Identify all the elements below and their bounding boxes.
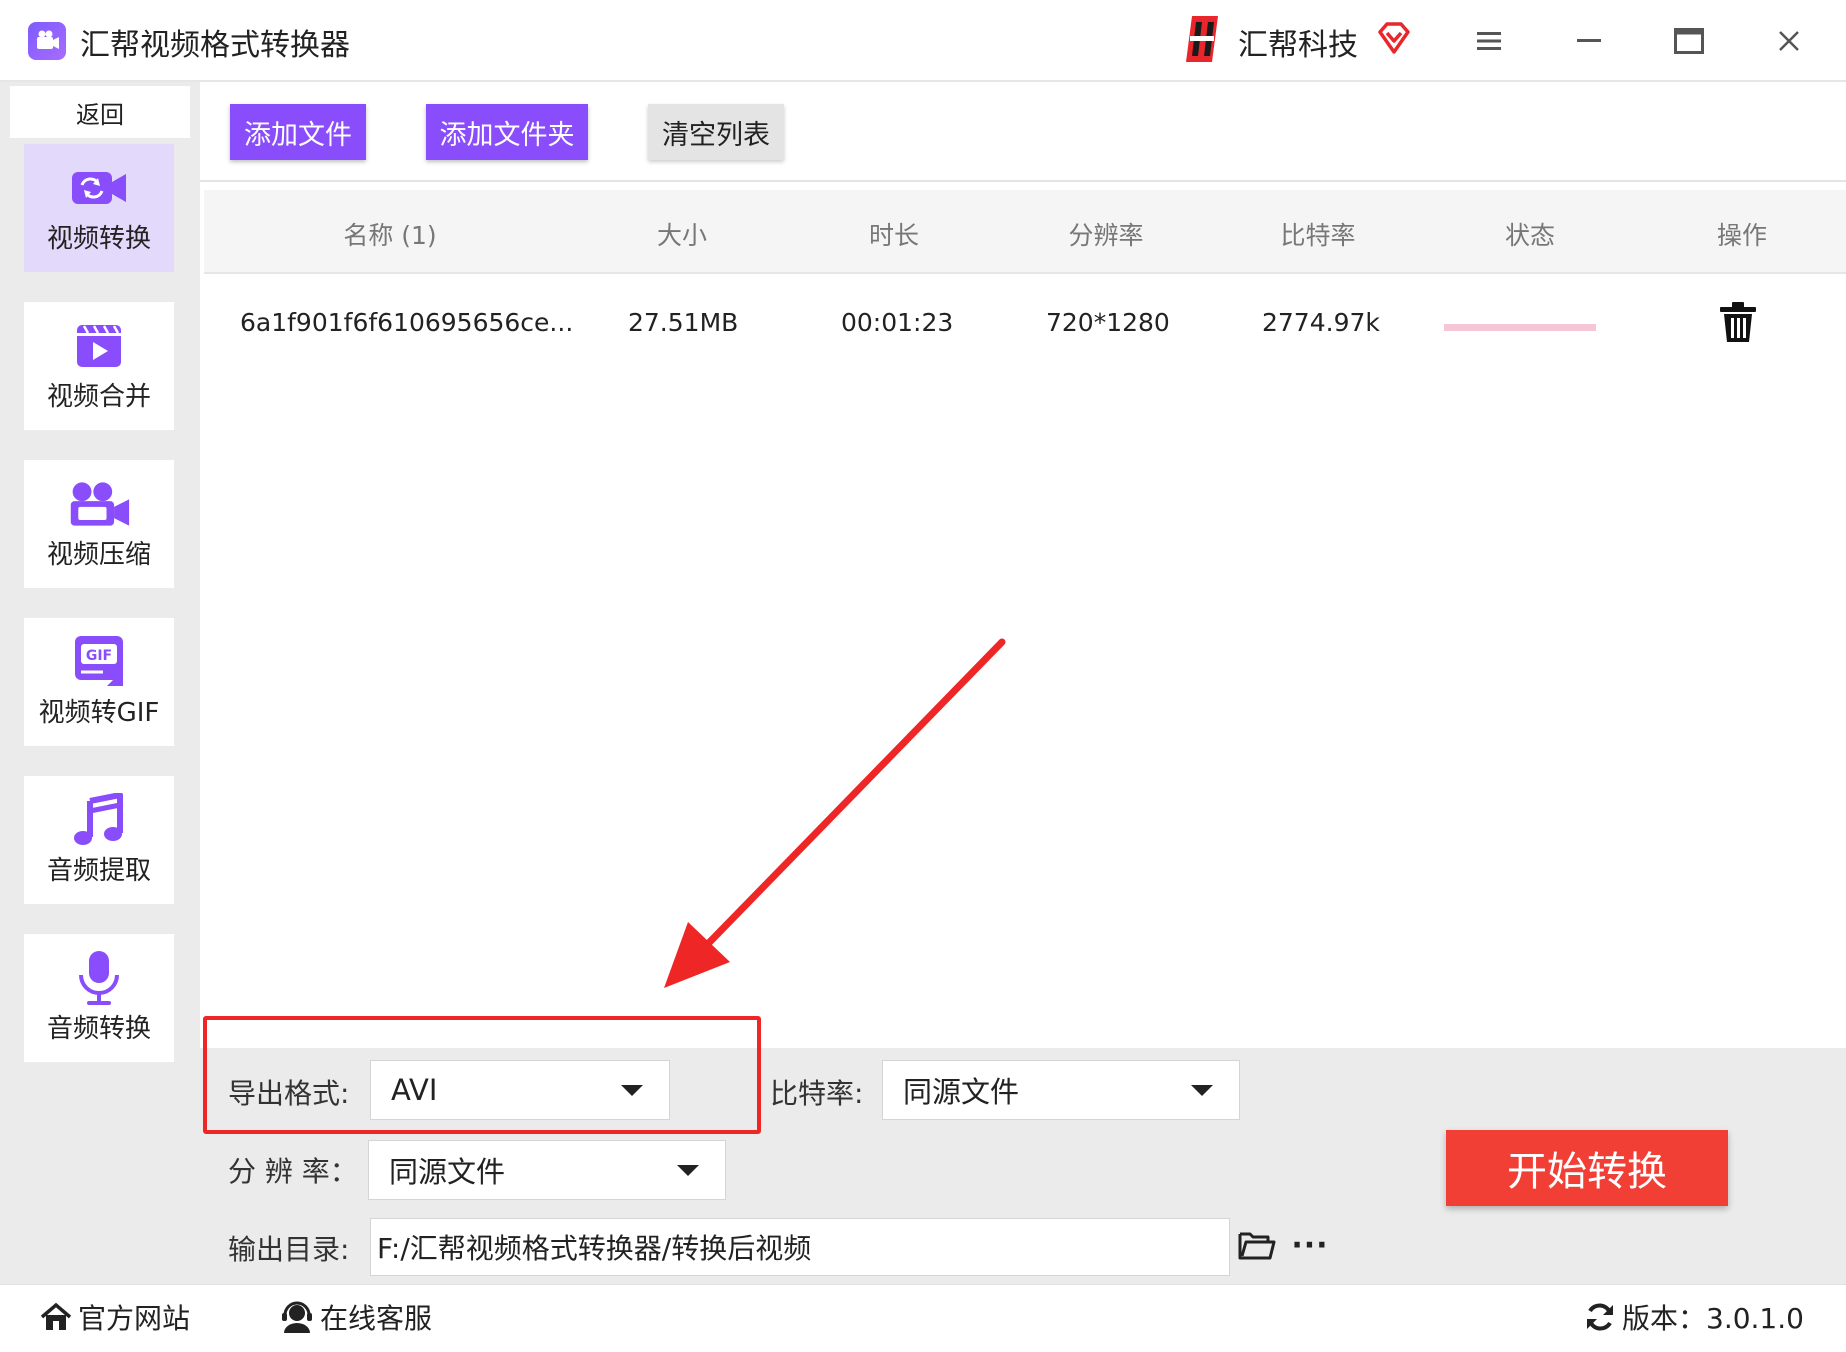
format-label: 导出格式: [228,1077,350,1110]
sidebar-item-label: 音频转换 [46,1013,151,1044]
video-compress-icon [67,478,131,530]
title-bar: 汇帮视频格式转换器 汇帮科技 [0,0,1846,82]
format-value: AVI [391,1073,438,1107]
website-link[interactable]: 官方网站 [40,1297,190,1337]
back-button[interactable]: 返回 [10,86,190,138]
gif-icon: GIF [67,635,131,688]
headset-icon [282,1301,312,1333]
column-header-duration: 时长 [868,221,920,250]
sidebar-item-label: 视频转GIF [38,697,160,728]
output-dir-label: 输出目录: [228,1233,350,1266]
support-label: 在线客服 [320,1302,433,1335]
chevron-down-icon [677,1165,699,1176]
cell-file-size: 27.51MB [628,308,739,337]
version-label: 版本：3.0.1.0 [1622,1302,1804,1335]
column-header-action: 操作 [1716,221,1768,250]
output-settings: 导出格式: AVI 比特率: 同源文件 分 辨 率： 同源文件 输出目录: F:… [200,1048,1846,1284]
cell-resolution: 720*1280 [1046,308,1170,337]
column-header-bitrate: 比特率 [1280,221,1356,250]
status-progress-bar [1444,324,1596,331]
more-options-icon[interactable]: ··· [1290,1228,1330,1263]
brand-logo-icon [1186,16,1218,62]
footer: 官方网站 在线客服 版本：3.0.1.0 [0,1284,1846,1352]
sidebar-item-video-merge[interactable]: 视频合并 [24,302,174,430]
version-info: 版本：3.0.1.0 [1584,1297,1804,1337]
maximize-icon[interactable] [1666,18,1712,64]
file-table: 名称 (1) 大小 时长 分辨率 比特率 状态 操作 6a1f901f6f610… [204,186,1846,1048]
sidebar-item-audio-convert[interactable]: 音频转换 [24,934,174,1062]
website-label: 官方网站 [78,1302,191,1335]
sidebar-item-label: 音频提取 [46,855,151,886]
sidebar-item-video-compress[interactable]: 视频压缩 [24,460,174,588]
support-link[interactable]: 在线客服 [280,1297,432,1337]
cell-file-name: 6a1f901f6f610695656ce... [240,308,574,337]
refresh-icon [1587,1303,1613,1331]
table-header: 名称 (1) 大小 时长 分辨率 比特率 状态 操作 [204,190,1846,274]
menu-icon[interactable] [1466,18,1512,64]
cell-bitrate: 2774.97k [1262,308,1380,337]
bitrate-select[interactable]: 同源文件 [882,1060,1240,1120]
brand-name: 汇帮科技 [1238,28,1358,63]
table-row[interactable]: 6a1f901f6f610695656ce... 27.51MB 00:01:2… [204,282,1846,372]
video-convert-icon [67,162,131,214]
chevron-down-icon [621,1085,643,1096]
sidebar-item-label: 视频转换 [46,223,151,254]
chevron-down-icon [1191,1085,1213,1096]
resolution-label: 分 辨 率： [228,1155,358,1188]
column-header-name: 名称 (1) [343,221,437,250]
cell-duration: 00:01:23 [841,308,954,337]
clear-list-button[interactable]: 清空列表 [648,104,784,160]
sidebar-item-label: 视频压缩 [46,539,151,570]
column-header-size: 大小 [656,221,708,250]
sidebar: 返回 视频转换 视频合并 视频压缩 GIF 视频转GIF 音频提取 音频转换 [0,82,200,1284]
add-file-button[interactable]: 添加文件 [230,104,366,160]
column-header-status: 状态 [1504,221,1556,250]
bitrate-value: 同源文件 [903,1075,1020,1109]
sidebar-item-video-convert[interactable]: 视频转换 [24,144,174,272]
sidebar-item-audio-extract[interactable]: 音频提取 [24,776,174,904]
output-path-input[interactable]: F:/汇帮视频格式转换器/转换后视频 [370,1218,1230,1276]
resolution-select[interactable]: 同源文件 [368,1140,726,1200]
svg-text:GIF: GIF [86,648,112,664]
resolution-value: 同源文件 [389,1155,506,1189]
folder-open-icon[interactable] [1238,1228,1276,1262]
app-title: 汇帮视频格式转换器 [80,28,350,63]
start-convert-button[interactable]: 开始转换 [1446,1130,1728,1206]
vip-diamond-icon[interactable] [1376,20,1412,56]
home-icon [40,1302,72,1330]
bitrate-label: 比特率: [770,1077,864,1110]
video-merge-icon [67,320,131,372]
sidebar-item-label: 视频合并 [46,381,151,412]
microphone-icon [67,950,131,1005]
column-header-resolution: 分辨率 [1068,221,1144,250]
sidebar-item-video-gif[interactable]: GIF 视频转GIF [24,618,174,746]
add-folder-button[interactable]: 添加文件夹 [426,104,588,160]
close-icon[interactable] [1766,18,1812,64]
trash-icon[interactable] [1718,300,1758,344]
music-note-icon [67,792,131,846]
minimize-icon[interactable] [1566,18,1612,64]
toolbar: 添加文件 添加文件夹 清空列表 [200,82,1846,182]
format-select[interactable]: AVI [370,1060,670,1120]
app-logo-icon [28,22,66,60]
